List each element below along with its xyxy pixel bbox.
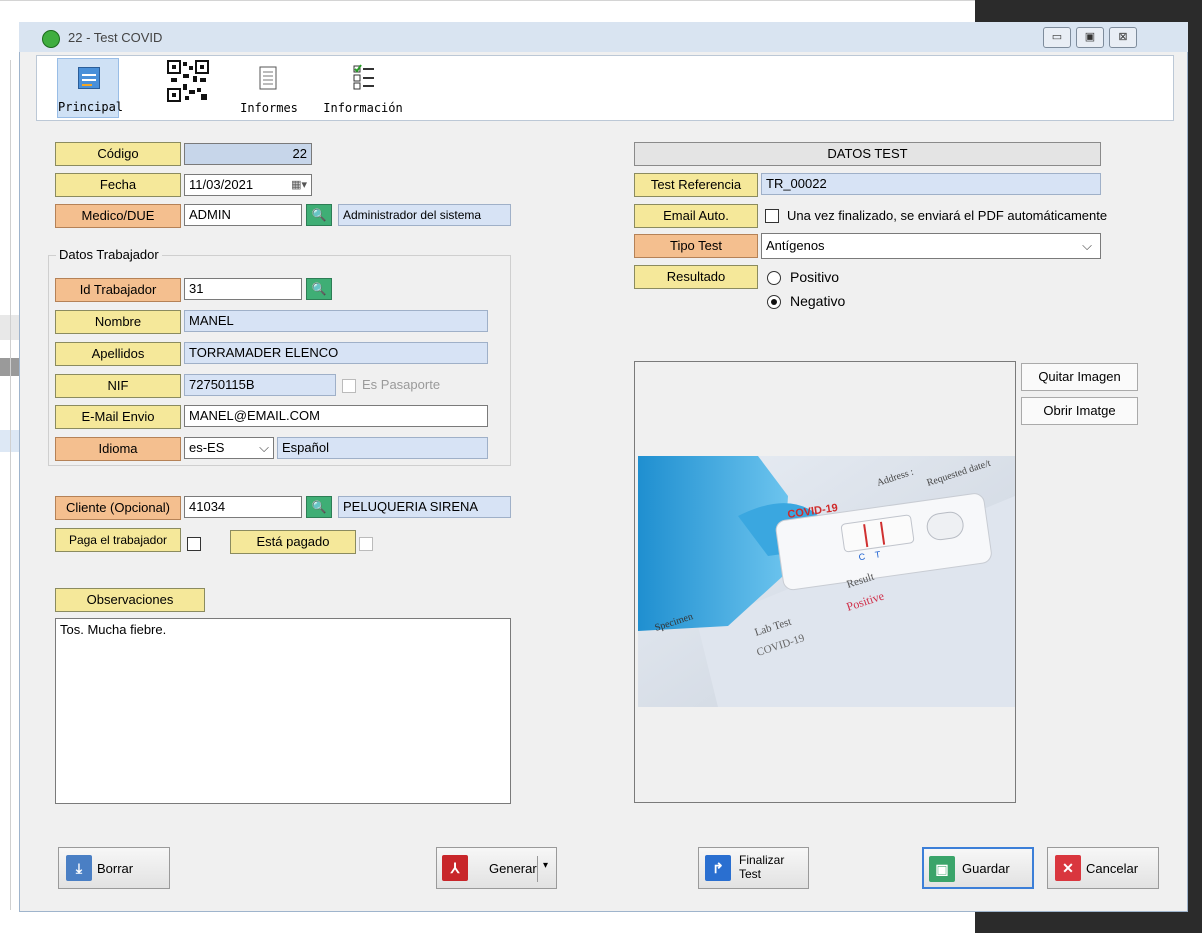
paga-trabajador-label: Paga el trabajador [55,528,181,552]
pdf-icon: ⅄ [442,855,468,881]
idioma-value: es-ES [189,440,225,455]
covid-test-image: C T COVID-19 Positive Result Lab Test CO… [638,456,1015,707]
minimize-button[interactable]: ▭ [1043,27,1071,48]
es-pasaporte-label: Es Pasaporte [362,377,441,392]
cliente-description: PELUQUERIA SIRENA [338,496,511,518]
idioma-description: Español [277,437,488,459]
tab-principal-label: Principal [58,100,124,114]
chevron-down-icon[interactable]: ▾ [543,860,548,871]
tab-informacion-label: Información [323,101,403,115]
tipo-test-label: Tipo Test [634,234,758,258]
medico-field[interactable]: ADMIN [184,204,302,226]
cliente-search-button[interactable]: 🔍 [306,496,332,518]
cancel-x-icon: ✕ [1055,855,1081,881]
document-icon [259,66,277,90]
email-auto-label: Email Auto. [634,204,758,228]
negativo-radio[interactable] [767,295,781,309]
window-title: 22 - Test COVID [68,30,163,45]
borrar-label: Borrar [97,861,134,876]
codigo-field[interactable]: 22 [184,143,312,165]
calendar-dropdown-icon[interactable]: ▦▾ [291,175,307,195]
title-bar[interactable] [19,22,1188,52]
search-icon: 🔍 [311,500,327,514]
observaciones-textarea[interactable]: Tos. Mucha fiebre. [55,618,511,804]
chevron-down-icon: ⌵ [259,440,269,455]
forward-arrow-icon: ↱ [705,855,731,881]
search-icon: 🔍 [311,208,327,222]
fecha-value: 11/03/2021 [189,177,254,192]
trabajador-search-button[interactable]: 🔍 [306,278,332,300]
fecha-label: Fecha [55,173,181,197]
close-button[interactable]: ⊠ [1109,27,1137,48]
grid-line [10,60,11,910]
search-icon: 🔍 [311,282,327,296]
datos-test-header: DATOS TEST [634,142,1101,166]
cliente-label: Cliente (Opcional) [55,496,181,520]
cliente-field[interactable]: 41034 [184,496,302,518]
medico-search-button[interactable]: 🔍 [306,204,332,226]
test-referencia-field[interactable]: TR_00022 [761,173,1101,195]
checklist-icon [353,64,374,90]
finalizar-test-button[interactable]: ↱ Finalizar Test [698,847,809,889]
save-icon: ▣ [929,856,955,882]
positivo-radio[interactable] [767,271,781,285]
finalizar-label: Finalizar Test [739,853,785,881]
obrir-imatge-button[interactable]: Obrir Imatge [1021,397,1138,425]
test-referencia-label: Test Referencia [634,173,758,197]
observaciones-label: Observaciones [55,588,205,612]
tab-principal[interactable]: Principal [57,58,124,118]
id-trabajador-label: Id Trabajador [55,278,181,302]
fecha-date-picker[interactable]: 11/03/2021 ▦▾ [184,174,312,196]
positivo-label: Positivo [790,269,840,285]
chevron-down-icon: ⌵ [1082,238,1092,253]
tipo-test-value: Antígenos [766,238,825,253]
qr-code-button[interactable] [160,58,216,118]
nombre-field[interactable]: MANEL [184,310,488,332]
generar-label: Generar [489,861,537,876]
cancelar-label: Cancelar [1086,861,1139,876]
nombre-label: Nombre [55,310,181,334]
nif-field[interactable]: 72750115B [184,374,336,396]
split-divider [537,856,538,882]
borrar-button[interactable]: ⤓ Borrar [58,847,170,889]
qr-code-icon [167,60,209,102]
idioma-select[interactable]: es-ES ⌵ [184,437,274,459]
apellidos-field[interactable]: TORRAMADER ELENCO [184,342,488,364]
guardar-label: Guardar [962,861,1010,876]
medico-description: Administrador del sistema [338,204,511,226]
idioma-label: Idioma [55,437,181,461]
tab-informes-label: Informes [240,101,298,115]
nif-label: NIF [55,374,181,398]
app-icon [42,30,60,48]
tab-informes[interactable]: Informes [232,58,306,118]
quitar-imagen-button[interactable]: Quitar Imagen [1021,363,1138,391]
guardar-button[interactable]: ▣ Guardar [922,847,1034,889]
email-envio-field[interactable]: MANEL@EMAIL.COM [184,405,488,427]
resultado-label: Resultado [634,265,758,289]
email-envio-label: E-Mail Envio [55,405,181,429]
esta-pagado-label: Está pagado [230,530,356,554]
tab-informacion[interactable]: Información [316,58,410,118]
covid-test-photo: C T COVID-19 Positive Result Lab Test CO… [638,456,1015,707]
email-auto-text: Una vez finalizado, se enviará el PDF au… [787,208,1108,223]
codigo-label: Código [55,142,181,166]
negativo-label: Negativo [790,293,846,309]
id-trabajador-field[interactable]: 31 [184,278,302,300]
delete-icon: ⤓ [66,855,92,881]
es-pasaporte-checkbox[interactable] [342,379,356,393]
maximize-button[interactable]: ▣ [1076,27,1104,48]
generar-button[interactable]: ⅄ Generar ▾ [436,847,557,889]
cancelar-button[interactable]: ✕ Cancelar [1047,847,1159,889]
form-icon [78,67,100,89]
grid-line [0,0,975,1]
email-auto-checkbox[interactable] [765,209,779,223]
tipo-test-select[interactable]: Antígenos ⌵ [761,233,1101,259]
paga-trabajador-checkbox[interactable] [187,537,201,551]
medico-label: Medico/DUE [55,204,181,228]
esta-pagado-checkbox[interactable] [359,537,373,551]
datos-trabajador-title: Datos Trabajador [56,247,162,262]
apellidos-label: Apellidos [55,342,181,366]
